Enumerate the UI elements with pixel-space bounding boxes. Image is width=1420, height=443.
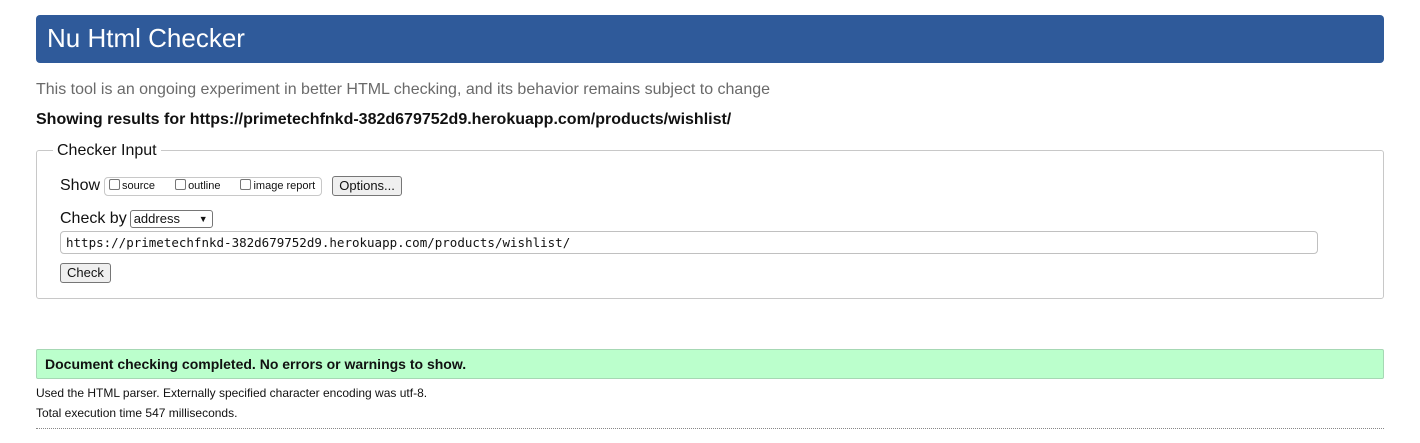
- source-checkbox-label: source: [122, 180, 156, 192]
- check-button[interactable]: Check: [60, 263, 111, 283]
- success-message-bar: Document checking completed. No errors o…: [36, 349, 1384, 379]
- show-image-report-option[interactable]: image report: [240, 179, 316, 192]
- show-options-group: source outline image report: [104, 176, 323, 196]
- header-bar: Nu Html Checker: [36, 15, 1384, 63]
- outline-checkbox-label: outline: [188, 180, 221, 192]
- parser-info: Used the HTML parser. Externally specifi…: [36, 386, 428, 400]
- image-report-checkbox[interactable]: [240, 179, 252, 190]
- check-by-row: Check by address ▼: [60, 209, 213, 229]
- check-by-label: Check by: [60, 210, 127, 227]
- outline-checkbox[interactable]: [175, 179, 187, 190]
- check-by-selected-value: address: [133, 211, 180, 226]
- dotted-divider: [36, 428, 1384, 429]
- options-button[interactable]: Options...: [332, 176, 402, 196]
- execution-time: Total execution time 547 milliseconds.: [36, 406, 238, 420]
- image-report-checkbox-label: image report: [253, 180, 316, 192]
- checker-input-fieldset: Checker Input Show source outline image …: [36, 141, 1384, 299]
- show-source-option[interactable]: source: [109, 179, 156, 192]
- show-label: Show: [60, 177, 101, 194]
- show-row: Show source outline image report Options…: [60, 175, 402, 197]
- page-title: Nu Html Checker: [47, 23, 245, 53]
- checker-input-legend: Checker Input: [53, 141, 161, 161]
- show-outline-option[interactable]: outline: [175, 179, 221, 192]
- page: Nu Html Checker This tool is an ongoing …: [0, 0, 1420, 443]
- check-by-select[interactable]: address ▼: [129, 210, 213, 228]
- tagline: This tool is an ongoing experiment in be…: [36, 81, 771, 98]
- results-for-heading: Showing results for https://primetechfnk…: [36, 111, 732, 128]
- source-checkbox[interactable]: [109, 179, 121, 190]
- chevron-down-icon: ▼: [198, 214, 208, 224]
- success-message: Document checking completed. No errors o…: [45, 356, 467, 372]
- url-input[interactable]: https://primetechfnkd-382d679752d9.herok…: [60, 231, 1318, 254]
